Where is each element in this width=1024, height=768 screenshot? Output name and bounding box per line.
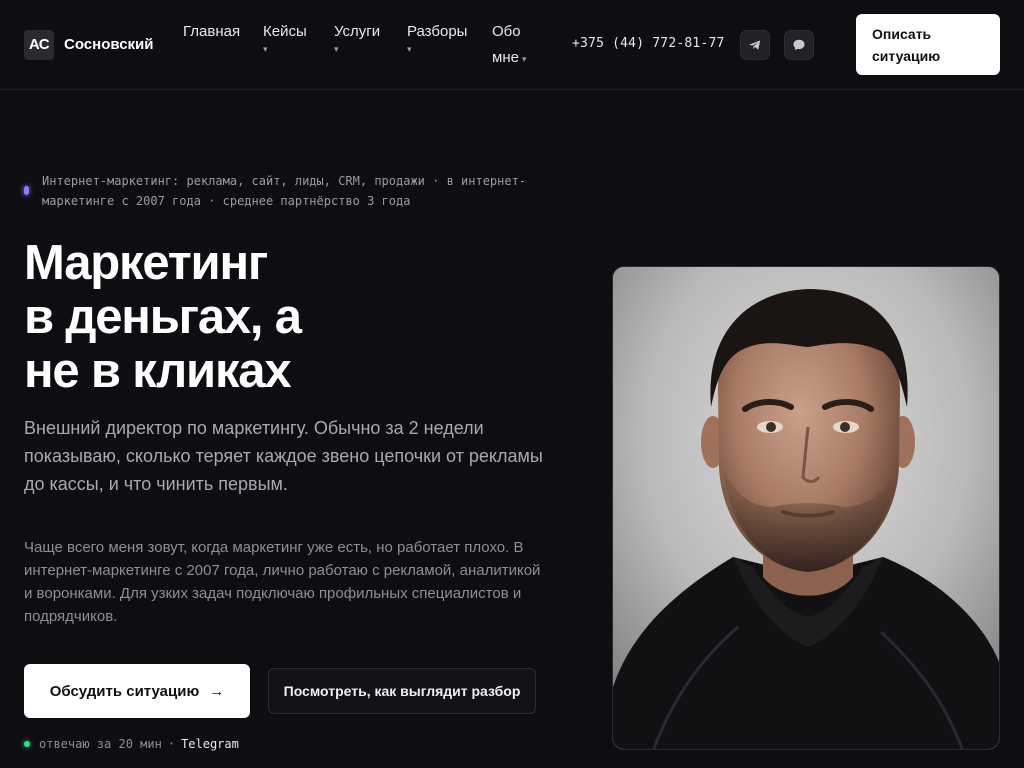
discuss-situation-button[interactable]: Обсудить ситуацию → (24, 664, 250, 718)
nav-cases[interactable]: Кейсы ▾ (263, 22, 307, 54)
eyebrow-dot (24, 186, 29, 195)
response-time-status: отвечаю за 20 мин · Telegram (39, 737, 239, 751)
logo-mark[interactable]: АС (24, 30, 54, 60)
phone-link[interactable]: +375 (44) 772-81-77 (572, 36, 725, 51)
caret-down-icon: ▾ (521, 54, 527, 64)
portrait-illustration (613, 267, 999, 749)
online-status-dot (24, 741, 30, 747)
chat-bubble-icon (793, 39, 805, 51)
eyebrow-text: Интернет-маркетинг: реклама, сайт, лиды,… (42, 174, 527, 208)
describe-situation-button[interactable]: Описать ситуацию (856, 14, 1000, 75)
telegram-button[interactable] (740, 30, 770, 60)
caret-down-icon: ▾ (334, 44, 339, 54)
nav-home[interactable]: Главная (183, 22, 240, 42)
nav-services[interactable]: Услуги ▾ (334, 22, 380, 54)
headline-line-1: Маркетинг (24, 236, 268, 290)
arrow-right-icon: → (209, 682, 225, 700)
nav-about-label-line1: Обо (492, 23, 521, 40)
status-separator: · (167, 737, 176, 751)
site-header: АС Сосновский Главная Кейсы ▾ Услуги ▾ Р… (0, 0, 1024, 90)
nav-cases-label: Кейсы (263, 23, 307, 40)
logo-name[interactable]: Сосновский (64, 36, 154, 53)
view-review-example-button[interactable]: Посмотреть, как выглядит разбор (268, 668, 536, 714)
chat-button[interactable] (784, 30, 814, 60)
nav-services-label: Услуги (334, 23, 381, 40)
response-time-text: отвечаю за 20 мин (39, 737, 162, 751)
nav-reviews-label: Разборы (407, 23, 468, 40)
hero-body: Чаще всего меня зовут, когда маркетинг у… (24, 539, 541, 625)
caret-down-icon: ▾ (263, 44, 268, 54)
nav-about-label-line2: мне (492, 49, 519, 66)
hero-lead: Внешний директор по маркетингу. Обычно з… (24, 418, 543, 494)
discuss-situation-label: Обсудить ситуацию (49, 682, 200, 700)
nav-reviews[interactable]: Разборы ▾ (407, 22, 467, 54)
headline-line-2: в деньгах, а (24, 290, 302, 344)
headline-line-3: не в кликах (24, 344, 292, 398)
nav-about[interactable]: Обо мне ▾ (492, 19, 536, 72)
telegram-icon (749, 40, 761, 50)
caret-down-icon: ▾ (407, 44, 412, 54)
telegram-link[interactable]: Telegram (181, 737, 239, 751)
portrait-photo (612, 266, 1000, 750)
nav-home-label: Главная (183, 23, 241, 40)
hero-headline: Маркетинг в деньгах, а не в кликах (24, 236, 544, 398)
